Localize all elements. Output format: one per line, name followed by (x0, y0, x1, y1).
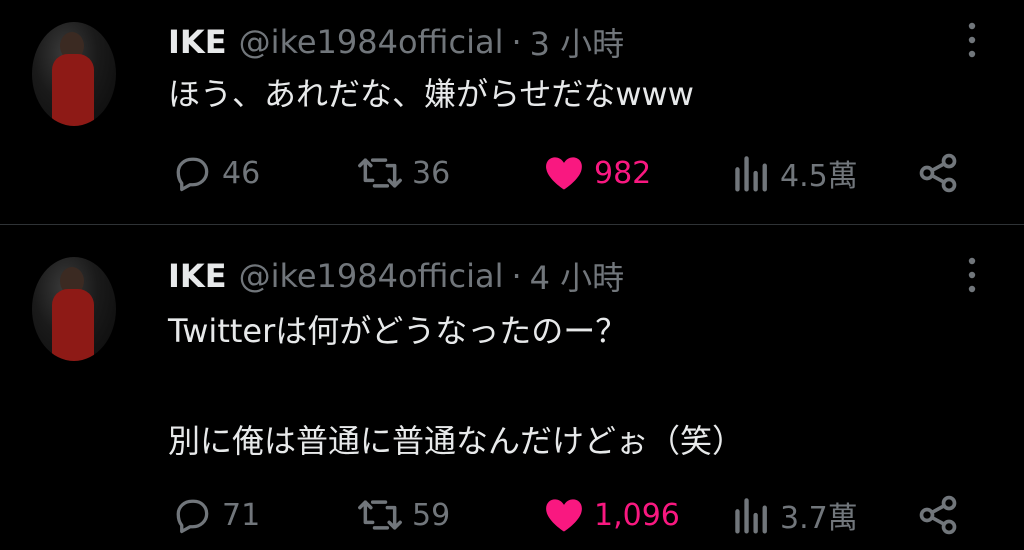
share-icon (919, 495, 957, 535)
tweet[interactable]: IKE @ike1984official · 4 小時 Twitterは何がどう… (0, 225, 1024, 550)
author-name[interactable]: IKE (168, 23, 227, 61)
avatar[interactable] (32, 257, 116, 361)
separator-dot: · (511, 257, 522, 295)
retweet-count: 36 (412, 155, 451, 191)
like-count: 1,096 (594, 497, 680, 533)
views-count: 3.7萬 (780, 501, 858, 536)
heart-icon (546, 157, 582, 190)
reply-count: 71 (222, 497, 261, 533)
views-button[interactable]: 3.7萬 (732, 490, 858, 540)
author-handle[interactable]: @ike1984official (239, 257, 504, 295)
tweet-text-line: 別に俺は普通に普通なんだけどぉ（笑） (168, 422, 745, 460)
tweet[interactable]: IKE @ike1984official · 3 小時 ほう、あれだな、嫌がらせ… (0, 0, 1024, 224)
views-bar-chart-icon (735, 498, 767, 534)
reply-bubble-icon (176, 157, 209, 192)
reply-bubble-icon (176, 499, 209, 534)
tweet-header: IKE @ike1984official · 4 小時 (168, 254, 624, 298)
reply-button[interactable]: 46 (170, 148, 260, 198)
tweet-text: ほう、あれだな、嫌がらせだなwww (168, 75, 694, 113)
more-vertical-icon[interactable] (962, 255, 982, 295)
more-vertical-icon[interactable] (962, 20, 982, 60)
retweet-icon (358, 158, 402, 188)
author-name[interactable]: IKE (168, 257, 227, 295)
views-button[interactable]: 4.5萬 (732, 148, 858, 198)
tweet-timestamp[interactable]: 3 小時 (530, 19, 625, 65)
like-count: 982 (594, 155, 652, 191)
separator-dot: · (511, 23, 522, 61)
tweet-actions: 71 59 1,096 3.7萬 (170, 490, 970, 540)
heart-icon (546, 499, 582, 532)
avatar[interactable] (32, 22, 116, 126)
tweet-actions: 46 36 982 4.5萬 (170, 148, 970, 198)
views-count: 4.5萬 (780, 159, 858, 194)
retweet-icon (358, 500, 402, 530)
retweet-count: 59 (412, 497, 451, 533)
share-button[interactable] (916, 148, 968, 198)
reply-count: 46 (222, 155, 261, 191)
tweet-text-line: Twitterは何がどうなったのー？ (168, 312, 628, 350)
avatar-figure (52, 54, 94, 126)
share-button[interactable] (916, 490, 968, 540)
like-button[interactable]: 982 (542, 148, 651, 198)
author-handle[interactable]: @ike1984official (239, 23, 504, 61)
reply-button[interactable]: 71 (170, 490, 260, 540)
like-button[interactable]: 1,096 (542, 490, 680, 540)
share-icon (919, 153, 957, 193)
tweet-timestamp[interactable]: 4 小時 (530, 253, 625, 299)
retweet-button[interactable]: 59 (356, 490, 450, 540)
views-bar-chart-icon (735, 156, 767, 192)
retweet-button[interactable]: 36 (356, 148, 450, 198)
avatar-figure (52, 289, 94, 361)
tweet-header: IKE @ike1984official · 3 小時 (168, 20, 624, 64)
